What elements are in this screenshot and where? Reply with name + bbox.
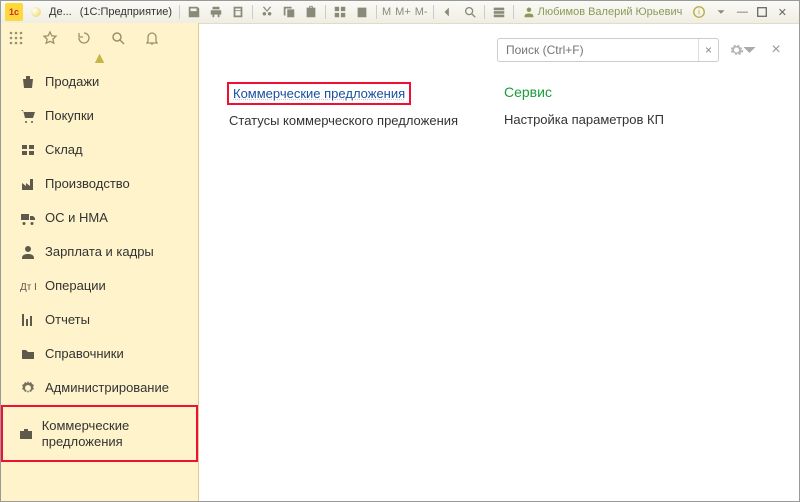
memory-m-minus-button[interactable]: M- <box>415 6 428 18</box>
search-tool-icon[interactable] <box>107 27 129 49</box>
sidebar-item-label: Покупки <box>45 108 94 124</box>
toolbar-group-calendar <box>329 3 373 21</box>
separator <box>433 5 434 19</box>
person-icon <box>17 244 39 260</box>
title-suffix: (1С:Предприятие) <box>76 6 176 18</box>
left-column: Коммерческие предложения Статусы коммерч… <box>229 84 504 132</box>
cart-icon <box>17 108 39 124</box>
link-configure-kp[interactable]: Настройка параметров КП <box>504 108 779 131</box>
calendar-icon[interactable] <box>353 3 371 21</box>
sidebar-item-label: Отчеты <box>45 312 90 328</box>
boxes-icon <box>17 142 39 158</box>
separator <box>376 5 377 19</box>
sidebar-item-label: Администрирование <box>45 380 169 396</box>
app-window: 1c Де... (1С:Предприятие) M M+ M- <box>0 0 800 502</box>
sidebar-item-label: Зарплата и кадры <box>45 244 154 260</box>
content-columns: Коммерческие предложения Статусы коммерч… <box>229 84 779 132</box>
sidebar-item-label: Коммерческие предложения <box>42 418 188 449</box>
sidebar-item-payroll[interactable]: Зарплата и кадры <box>1 235 198 269</box>
sidebar: ▲ Продажи Покупки Склад Производство ОС … <box>1 23 199 501</box>
back-icon[interactable] <box>439 3 457 21</box>
sidebar-item-commercial-offers[interactable]: Коммерческие предложения <box>1 405 198 462</box>
svg-text:Дт Кт: Дт Кт <box>20 282 36 293</box>
close-button[interactable]: ✕ <box>772 4 792 20</box>
link-commercial-offers[interactable]: Коммерческие предложения <box>229 84 409 103</box>
sidebar-item-catalogs[interactable]: Справочники <box>1 337 198 371</box>
svg-text:i: i <box>698 8 700 17</box>
app-logo-icon: 1c <box>5 3 23 21</box>
window-list-icon[interactable] <box>490 3 508 21</box>
sidebar-item-label: ОС и НМА <box>45 210 108 226</box>
main-panel: × × Коммерческие предложения Статусы ком… <box>199 23 799 501</box>
memory-m-button[interactable]: M <box>382 6 391 18</box>
menu-grid-icon[interactable] <box>5 27 27 49</box>
toolbar-group-memory: M M+ M- <box>380 6 430 18</box>
current-user[interactable]: Любимов Валерий Юрьевич <box>523 6 683 18</box>
sidebar-item-purchases[interactable]: Покупки <box>1 99 198 133</box>
search-field-wrap: × <box>497 38 719 62</box>
memory-m-plus-button[interactable]: M+ <box>395 6 411 18</box>
toolbar-group-clipboard <box>256 3 322 21</box>
sidebar-item-administration[interactable]: Администрирование <box>1 371 198 405</box>
toolbar-group-file <box>183 3 249 21</box>
grid-icon[interactable] <box>331 3 349 21</box>
nav-list: Продажи Покупки Склад Производство ОС и … <box>1 65 198 501</box>
save-icon[interactable] <box>185 3 203 21</box>
titlebar: 1c Де... (1С:Предприятие) M M+ M- <box>1 1 799 23</box>
bag-icon <box>17 74 39 90</box>
sidebar-item-label: Продажи <box>45 74 99 90</box>
separator <box>484 5 485 19</box>
system-dot-icon <box>31 7 41 17</box>
truck-icon <box>17 210 39 226</box>
favorite-star-icon[interactable] <box>39 27 61 49</box>
user-icon <box>523 6 535 18</box>
sidebar-item-label: Операции <box>45 278 106 294</box>
clear-search-button[interactable]: × <box>698 39 718 61</box>
dropdown-icon[interactable] <box>712 3 730 21</box>
toolbar-group-nav <box>437 3 481 21</box>
gear-icon <box>17 380 39 396</box>
right-column: Сервис Настройка параметров КП <box>504 84 779 132</box>
sidebar-item-production[interactable]: Производство <box>1 167 198 201</box>
user-name-label: Любимов Валерий Юрьевич <box>538 6 683 18</box>
factory-icon <box>17 176 39 192</box>
settings-gear-button[interactable] <box>729 38 757 62</box>
paste-icon[interactable] <box>302 3 320 21</box>
separator <box>513 5 514 19</box>
preview-icon[interactable] <box>229 3 247 21</box>
separator <box>179 5 180 19</box>
close-panel-button[interactable]: × <box>767 41 785 59</box>
print-icon[interactable] <box>207 3 225 21</box>
notification-bell-icon[interactable] <box>141 27 163 49</box>
minimize-button[interactable]: — <box>732 4 752 20</box>
info-icon[interactable]: i <box>690 3 708 21</box>
sidebar-item-label: Справочники <box>45 346 124 362</box>
link-offer-statuses[interactable]: Статусы коммерческого предложения <box>229 109 504 132</box>
copy-icon[interactable] <box>280 3 298 21</box>
separator <box>325 5 326 19</box>
cut-icon[interactable] <box>258 3 276 21</box>
separator <box>252 5 253 19</box>
operations-icon: Дт Кт <box>17 278 39 294</box>
history-icon[interactable] <box>73 27 95 49</box>
collapse-up-icon[interactable]: ▲ <box>1 53 198 65</box>
main-topbar: × × <box>199 38 799 62</box>
sidebar-item-reports[interactable]: Отчеты <box>1 303 198 337</box>
body: ▲ Продажи Покупки Склад Производство ОС … <box>1 23 799 501</box>
sidebar-item-label: Склад <box>45 142 83 158</box>
title-short: Де... <box>45 6 76 18</box>
sidebar-item-fixed-assets[interactable]: ОС и НМА <box>1 201 198 235</box>
chart-icon <box>17 312 39 328</box>
maximize-button[interactable] <box>752 4 772 20</box>
sidebar-item-sales[interactable]: Продажи <box>1 65 198 99</box>
sidebar-tools <box>1 23 198 53</box>
folder-icon <box>17 346 39 362</box>
zoom-icon[interactable] <box>461 3 479 21</box>
sidebar-item-operations[interactable]: Дт Кт Операции <box>1 269 198 303</box>
briefcase-icon <box>17 426 36 442</box>
service-heading: Сервис <box>504 84 779 108</box>
sidebar-item-warehouse[interactable]: Склад <box>1 133 198 167</box>
sidebar-item-label: Производство <box>45 176 130 192</box>
search-input[interactable] <box>498 43 698 57</box>
